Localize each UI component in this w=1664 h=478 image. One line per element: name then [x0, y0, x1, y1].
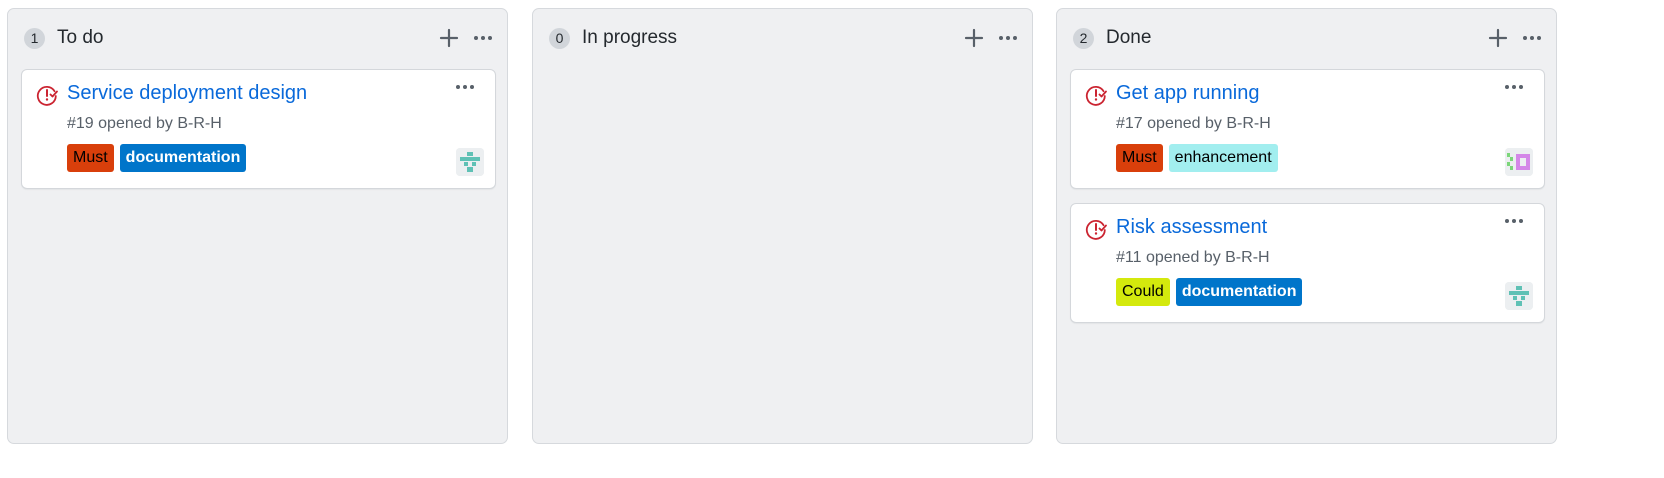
- column-title: In progress: [582, 27, 678, 48]
- card-menu-kebab-icon[interactable]: [1504, 218, 1524, 224]
- column-header: 1 To do: [24, 25, 493, 51]
- column-title: To do: [57, 27, 104, 48]
- label-documentation[interactable]: documentation: [1175, 278, 1303, 306]
- assignee-avatar-identicon-teal-icon[interactable]: [456, 148, 484, 176]
- label-documentation[interactable]: documentation: [119, 144, 247, 172]
- add-card-plus-icon[interactable]: [439, 28, 459, 48]
- column-card-count: 1: [24, 27, 45, 49]
- column-actions: [439, 28, 493, 48]
- label-must[interactable]: Must: [1116, 144, 1163, 172]
- column-title: Done: [1106, 27, 1152, 48]
- card-menu-kebab-icon[interactable]: [455, 84, 475, 90]
- issue-card[interactable]: Get app running #17 opened by B-R-H Must…: [1070, 69, 1545, 189]
- add-card-plus-icon[interactable]: [964, 28, 984, 48]
- issue-labels: Could documentation: [1116, 278, 1303, 306]
- label-enhancement[interactable]: enhancement: [1168, 144, 1278, 172]
- issue-card[interactable]: Service deployment design #19 opened by …: [21, 69, 496, 189]
- label-must[interactable]: Must: [67, 144, 114, 172]
- column-to-do: 1 To do Service deployment design #19 op…: [7, 8, 508, 444]
- assignee-avatar-identicon-teal-icon[interactable]: [1505, 282, 1533, 310]
- issue-labels: Must documentation: [67, 144, 247, 172]
- column-in-progress: 0 In progress: [532, 8, 1033, 444]
- add-card-plus-icon[interactable]: [1488, 28, 1508, 48]
- column-actions: [1488, 28, 1542, 48]
- column-card-count: 2: [1073, 27, 1094, 49]
- column-done: 2 Done Get app running #17 opened by B-R…: [1056, 8, 1557, 444]
- issue-closed-icon: [1085, 84, 1107, 106]
- issue-meta: #17 opened by B-R-H: [1116, 115, 1271, 132]
- issue-title-link[interactable]: Get app running: [1116, 82, 1259, 105]
- column-menu-kebab-icon[interactable]: [473, 35, 493, 41]
- issue-meta: #11 opened by B-R-H: [1116, 249, 1270, 266]
- column-header: 0 In progress: [549, 25, 1018, 51]
- issue-meta: #19 opened by B-R-H: [67, 115, 222, 132]
- card-menu-kebab-icon[interactable]: [1504, 84, 1524, 90]
- column-actions: [964, 28, 1018, 48]
- issue-title-link[interactable]: Service deployment design: [67, 82, 307, 105]
- column-menu-kebab-icon[interactable]: [1522, 35, 1542, 41]
- column-card-count: 0: [549, 27, 570, 49]
- issue-closed-icon: [36, 84, 58, 106]
- project-board: 1 To do Service deployment design #19 op…: [0, 0, 1664, 478]
- issue-title-link[interactable]: Risk assessment: [1116, 216, 1267, 239]
- issue-card[interactable]: Risk assessment #11 opened by B-R-H Coul…: [1070, 203, 1545, 323]
- issue-closed-icon: [1085, 218, 1107, 240]
- label-could[interactable]: Could: [1116, 278, 1170, 306]
- column-header: 2 Done: [1073, 25, 1542, 51]
- issue-labels: Must enhancement: [1116, 144, 1278, 172]
- assignee-avatar-identicon-green-purple-icon[interactable]: [1505, 148, 1533, 176]
- column-menu-kebab-icon[interactable]: [998, 35, 1018, 41]
